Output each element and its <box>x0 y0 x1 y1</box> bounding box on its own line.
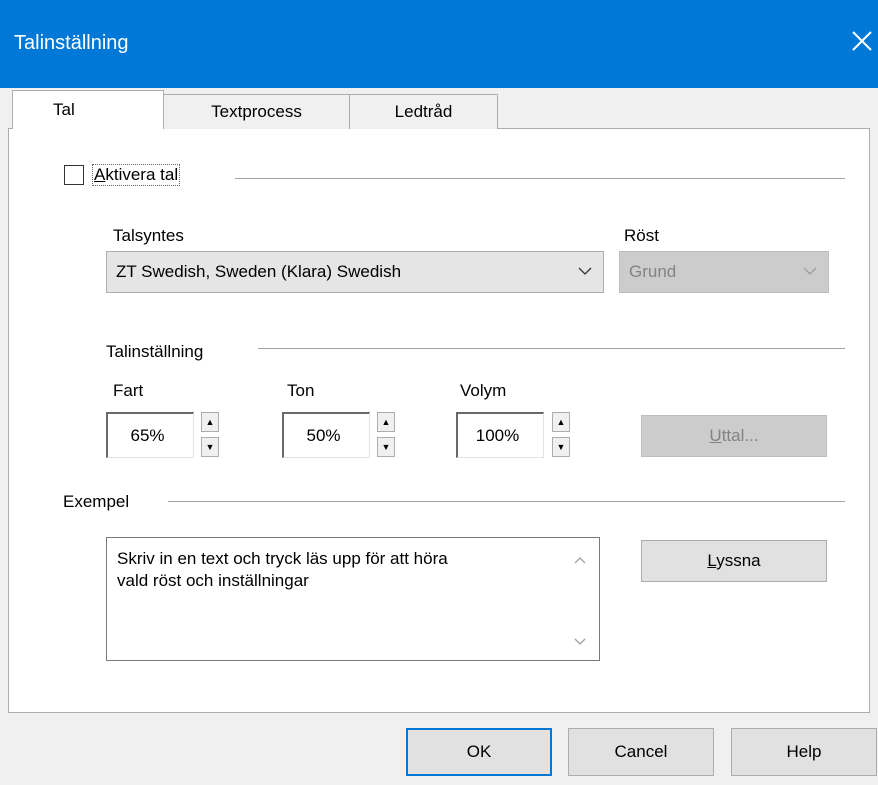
close-icon[interactable] <box>847 26 877 56</box>
speed-input[interactable]: 65% <box>106 412 194 458</box>
tab-textprocess[interactable]: Textprocess <box>163 94 350 129</box>
volume-label: Volym <box>460 381 507 400</box>
ok-button[interactable]: OK <box>406 728 552 776</box>
voice-label: Röst <box>624 226 659 245</box>
arrow-up-icon: ▲ <box>556 417 566 427</box>
window-title: Talinställning <box>14 32 129 54</box>
example-textarea[interactable]: Skriv in en text och tryck läs upp för a… <box>106 537 600 661</box>
settings-divider <box>258 348 845 349</box>
pitch-up-button[interactable]: ▲ <box>377 412 395 432</box>
settings-group-label: Talinställning <box>106 342 204 361</box>
chevron-down-icon <box>803 267 817 275</box>
synth-label: Talsyntes <box>113 226 184 245</box>
activate-divider <box>235 178 845 179</box>
chevron-down-icon[interactable] <box>573 634 587 648</box>
volume-down-button[interactable]: ▼ <box>552 437 570 457</box>
arrow-down-icon: ▼ <box>556 442 566 452</box>
pitch-label: Ton <box>287 381 315 400</box>
example-divider <box>168 501 845 502</box>
activate-speech-checkbox[interactable] <box>64 165 84 185</box>
activate-speech-label[interactable]: Aktivera tal <box>92 164 181 186</box>
arrow-up-icon: ▲ <box>381 417 391 427</box>
example-text: Skriv in en text och tryck läs upp för a… <box>117 549 448 590</box>
volume-input[interactable]: 100% <box>456 412 544 458</box>
help-button[interactable]: Help <box>731 728 877 776</box>
voice-value: Grund <box>629 262 677 281</box>
cancel-button[interactable]: Cancel <box>568 728 714 776</box>
speed-label: Fart <box>113 381 144 400</box>
pitch-down-button[interactable]: ▼ <box>377 437 395 457</box>
volume-up-button[interactable]: ▲ <box>552 412 570 432</box>
chevron-up-icon[interactable] <box>573 554 587 568</box>
synth-select[interactable]: ZT Swedish, Sweden (Klara) Swedish <box>106 251 604 293</box>
arrow-down-icon: ▼ <box>205 442 215 452</box>
speed-up-button[interactable]: ▲ <box>201 412 219 432</box>
tab-tal[interactable]: Tal <box>12 90 164 129</box>
title-bar <box>0 0 878 88</box>
listen-button[interactable]: Lyssna <box>641 540 827 582</box>
pitch-input[interactable]: 50% <box>282 412 370 458</box>
arrow-up-icon: ▲ <box>205 417 215 427</box>
example-group-label: Exempel <box>63 492 130 511</box>
pronunciation-button[interactable]: Uttal... <box>641 415 827 457</box>
chevron-down-icon <box>578 267 592 275</box>
arrow-down-icon: ▼ <box>381 442 391 452</box>
voice-select[interactable]: Grund <box>619 251 829 293</box>
tab-ledtrad[interactable]: Ledtråd <box>349 94 498 129</box>
speed-down-button[interactable]: ▼ <box>201 437 219 457</box>
synth-value: ZT Swedish, Sweden (Klara) Swedish <box>116 262 402 281</box>
